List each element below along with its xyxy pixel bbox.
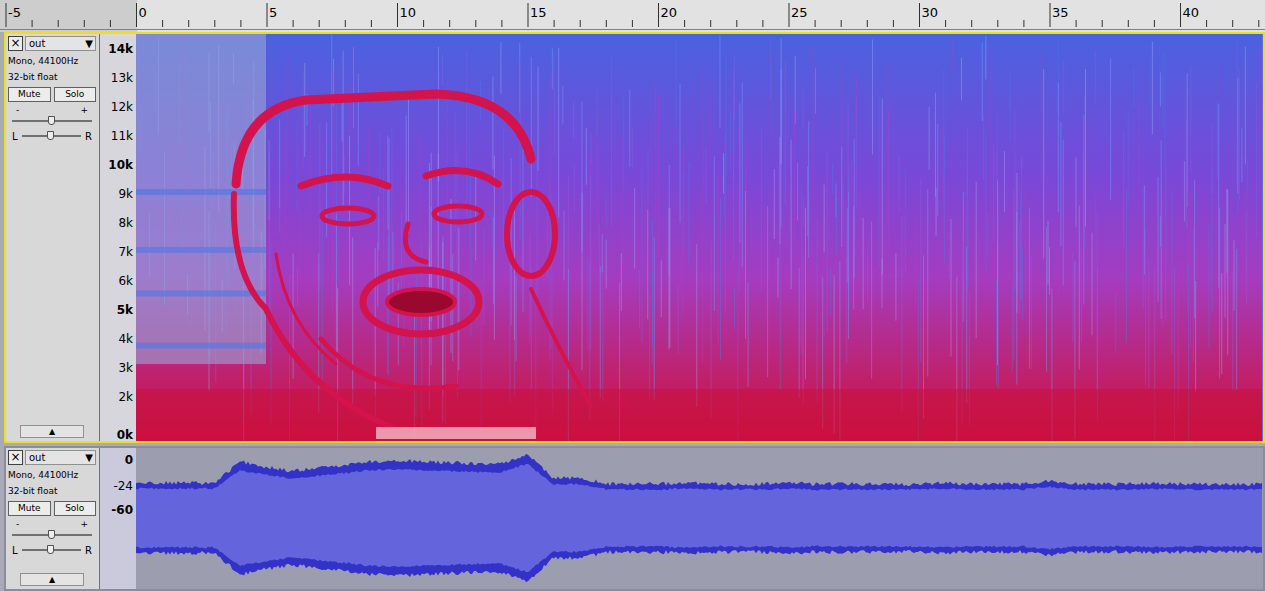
track-name-menu[interactable]: out▼	[25, 36, 96, 51]
scale-label: 12k	[111, 100, 133, 114]
waveform[interactable]	[136, 448, 1262, 589]
ruler-label: 25	[791, 5, 808, 20]
solo-button[interactable]: Solo	[54, 501, 97, 516]
vertical-scale: 14k 13k 12k 11k 10k 9k 8k 7k 6k 5k 4k 3k 2k 0k	[100, 34, 136, 441]
slider-label: R	[85, 545, 92, 556]
scale-label: 0	[125, 453, 133, 467]
slider-label: L	[12, 131, 18, 142]
track-format: Mono, 44100Hz	[8, 55, 96, 67]
slider-thumb[interactable]	[47, 545, 54, 554]
scale-label: 13k	[111, 71, 133, 85]
track-sample-format: 32-bit float	[8, 485, 96, 497]
vertical-scale: 0 -24 -60	[100, 448, 136, 589]
collapse-button[interactable]: ▲	[20, 425, 84, 438]
ruler-label: 0	[139, 5, 147, 20]
track-list: ×out▼Mono, 44100Hz32-bit floatMuteSolo-+…	[0, 32, 1265, 591]
ruler-label: 20	[661, 5, 678, 20]
dropdown-icon: ▼	[85, 452, 93, 464]
slider-row	[8, 529, 96, 541]
slider-thumb[interactable]	[48, 116, 55, 125]
spectrogram[interactable]	[136, 34, 1262, 441]
slider-track[interactable]	[12, 115, 92, 127]
track-display[interactable]	[136, 34, 1263, 441]
slider-row: LR	[8, 544, 96, 556]
slider-row	[8, 115, 96, 127]
scale-label: 4k	[118, 332, 133, 346]
scale-label: 9k	[118, 187, 133, 201]
mute-button[interactable]: Mute	[8, 501, 51, 516]
track-sample-format: 32-bit float	[8, 71, 96, 83]
track-name-menu[interactable]: out▼	[25, 450, 96, 465]
scale-label: 8k	[118, 216, 133, 230]
collapse-button[interactable]: ▲	[20, 573, 84, 586]
track-display[interactable]	[136, 448, 1263, 589]
slider-track[interactable]	[22, 130, 81, 142]
scale-label: -24	[113, 479, 133, 493]
track-format: Mono, 44100Hz	[8, 469, 96, 481]
timeline-ruler[interactable]: -5 0 5 10 15 20 25 30 35 40	[0, 0, 1265, 32]
face-figure	[234, 94, 591, 429]
scale-label: 7k	[118, 245, 133, 259]
ruler-label: 10	[400, 5, 417, 20]
ruler-label: 30	[922, 5, 939, 20]
track-control-panel: ×out▼ Mono, 44100Hz 32-bit float MuteSolo -+…	[6, 448, 100, 589]
slider-thumb[interactable]	[48, 530, 55, 539]
ruler-label: 40	[1183, 5, 1200, 20]
scale-label: 2k	[118, 390, 133, 404]
close-button[interactable]: ×	[8, 450, 23, 465]
mute-button[interactable]: Mute	[8, 87, 51, 102]
track-control-panel: ×out▼ Mono, 44100Hz 32-bit float MuteSolo -+…	[6, 34, 100, 441]
gain-labels: -+	[8, 105, 96, 115]
ruler-label: -5	[8, 5, 21, 20]
slider-track[interactable]	[22, 544, 81, 556]
ruler-label: 35	[1052, 5, 1069, 20]
slider-label: L	[12, 545, 18, 556]
slider-label: R	[85, 131, 92, 142]
scale-label: 6k	[118, 274, 133, 288]
gain-labels: -+	[8, 519, 96, 529]
dropdown-icon: ▼	[85, 38, 93, 50]
scale-label: 5k	[117, 303, 133, 317]
slider-thumb[interactable]	[47, 131, 54, 140]
ruler-label: 15	[530, 5, 547, 20]
audio-track[interactable]: ×out▼ Mono, 44100Hz 32-bit float MuteSolo -+…	[4, 32, 1265, 443]
slider-track[interactable]	[12, 529, 92, 541]
close-button[interactable]: ×	[8, 36, 23, 51]
scale-label: 11k	[111, 129, 133, 143]
scale-label: 0k	[117, 428, 133, 442]
scale-label: -60	[111, 503, 133, 517]
audacity-window: -50510152025303540×out▼Mono, 44100Hz32-b…	[0, 0, 1265, 591]
ruler-label: 5	[269, 5, 277, 20]
scale-label: 10k	[108, 158, 133, 172]
scale-label: 14k	[108, 42, 133, 56]
scale-label: 3k	[118, 361, 133, 375]
audio-track[interactable]: ×out▼ Mono, 44100Hz 32-bit float MuteSolo -+…	[4, 446, 1265, 591]
solo-button[interactable]: Solo	[54, 87, 97, 102]
slider-row: LR	[8, 130, 96, 142]
